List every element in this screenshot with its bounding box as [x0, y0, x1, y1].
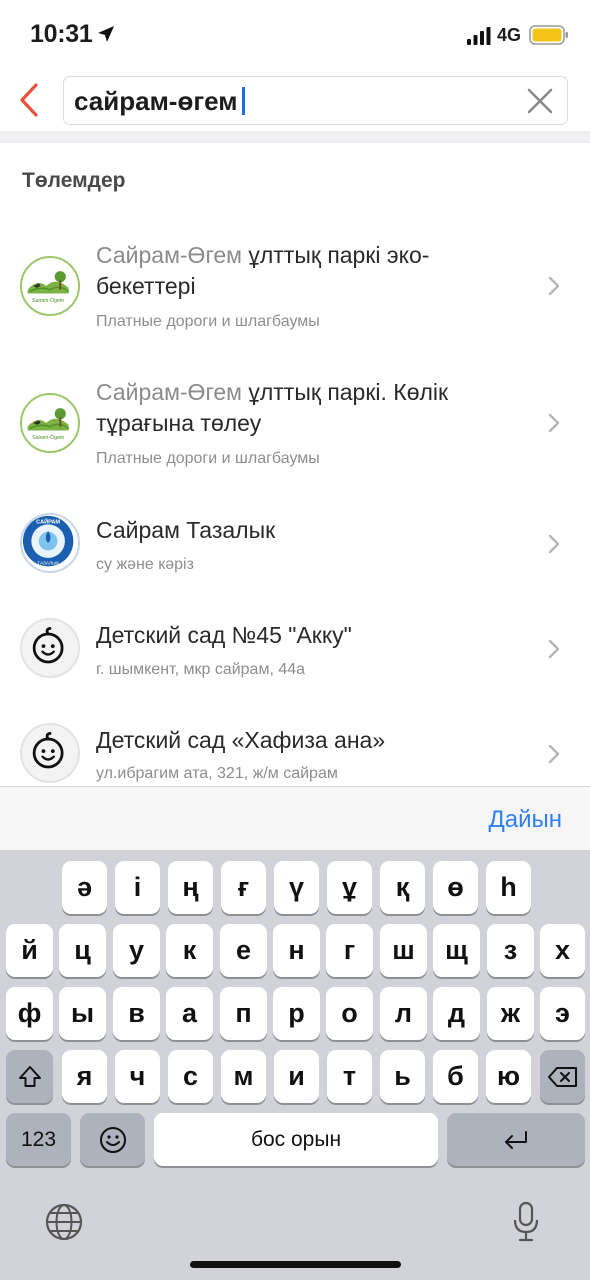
baby-face-icon	[20, 723, 80, 783]
result-item[interactable]: САЙРАМ ТАЗАЛЫК Сайрам Тазалык су және кә…	[0, 505, 590, 595]
result-item[interactable]: Детский сад «Хафиза ана» ул.ибрагим ата,…	[0, 715, 590, 786]
key[interactable]: ә	[62, 861, 107, 914]
key[interactable]: һ	[486, 861, 531, 914]
backspace-key[interactable]	[540, 1050, 585, 1103]
microphone-icon[interactable]	[511, 1200, 541, 1244]
key[interactable]: ф	[6, 987, 53, 1040]
section-title-payments: Төлемдер	[22, 169, 126, 192]
key[interactable]: б	[433, 1050, 478, 1103]
battery-icon	[529, 25, 568, 45]
emoji-key[interactable]	[80, 1113, 145, 1166]
key[interactable]: п	[220, 987, 267, 1040]
key[interactable]: з	[487, 924, 534, 977]
status-bar: 10:31 4G	[0, 0, 590, 70]
key[interactable]: о	[326, 987, 373, 1040]
key[interactable]: ғ	[221, 861, 266, 914]
shift-key[interactable]	[6, 1050, 53, 1103]
result-title: Детский сад №45 "Акку"	[96, 622, 352, 648]
network-type: 4G	[497, 25, 522, 45]
key[interactable]: в	[113, 987, 160, 1040]
chevron-right-icon	[548, 413, 560, 433]
search-query: сайрам-өгем	[74, 86, 238, 116]
baby-face-icon	[20, 618, 80, 678]
key[interactable]: э	[540, 987, 585, 1040]
sairam-tazalyk-logo: САЙРАМ ТАЗАЛЫК	[20, 513, 80, 573]
key[interactable]: ь	[380, 1050, 425, 1103]
key[interactable]: ч	[115, 1050, 160, 1103]
key[interactable]: д	[433, 987, 480, 1040]
search-input[interactable]: сайрам-өгем	[63, 76, 568, 125]
home-indicator[interactable]	[190, 1261, 401, 1268]
key[interactable]: и	[274, 1050, 319, 1103]
chevron-right-icon	[548, 534, 560, 554]
sairam-ogem-park-logo: Sairam-Ögem	[20, 393, 80, 453]
clear-search-icon[interactable]	[525, 86, 555, 116]
result-item[interactable]: Sairam-Ögem Сайрам-Өгем ұлттық паркі эко…	[0, 230, 590, 350]
result-subtitle: Платные дороги и шлагбаумы	[96, 450, 320, 467]
key[interactable]: с	[168, 1050, 213, 1103]
key[interactable]: т	[327, 1050, 372, 1103]
key[interactable]: ш	[380, 924, 427, 977]
tazalyk-logo-top-text: САЙРАМ	[36, 517, 60, 525]
key[interactable]: ұ	[327, 861, 372, 914]
on-screen-keyboard: ә і ң ғ ү ұ қ ө һ й ц у к е н г ш щ з х …	[0, 850, 590, 1280]
sairam-ogem-park-logo: Sairam-Ögem	[20, 256, 80, 316]
chevron-right-icon	[548, 639, 560, 659]
key[interactable]: ң	[168, 861, 213, 914]
location-arrow-icon	[98, 26, 114, 42]
key[interactable]: і	[115, 861, 160, 914]
result-subtitle: ул.ибрагим ата, 321, ж/м сайрам	[96, 765, 338, 782]
result-subtitle: су және кәріз	[96, 556, 194, 573]
key[interactable]: щ	[433, 924, 480, 977]
key[interactable]: у	[113, 924, 160, 977]
chevron-right-icon	[548, 276, 560, 296]
text-cursor	[241, 87, 245, 116]
key[interactable]: я	[62, 1050, 107, 1103]
key[interactable]: е	[220, 924, 267, 977]
key[interactable]: ө	[433, 861, 478, 914]
key[interactable]: ж	[487, 987, 534, 1040]
result-subtitle: Платные дороги и шлагбаумы	[96, 313, 320, 330]
key[interactable]: к	[166, 924, 213, 977]
keyboard-accessory-bar: Дайын	[0, 786, 590, 850]
key[interactable]: р	[273, 987, 320, 1040]
chevron-right-icon	[548, 744, 560, 764]
result-item[interactable]: Детский сад №45 "Акку" г. шымкент, мкр с…	[0, 610, 590, 700]
key[interactable]: а	[166, 987, 213, 1040]
key[interactable]: қ	[380, 861, 425, 914]
numbers-key[interactable]: 123	[6, 1113, 71, 1166]
done-button[interactable]: Дайын	[488, 806, 562, 834]
result-title: Сайрам-Өгем ұлттық паркі. Көлік тұрағына…	[96, 379, 449, 436]
key[interactable]: л	[380, 987, 427, 1040]
backspace-icon	[547, 1066, 577, 1087]
key[interactable]: м	[221, 1050, 266, 1103]
return-icon	[505, 1130, 527, 1149]
signal-icon	[467, 27, 491, 45]
space-key[interactable]: бос орын	[154, 1113, 438, 1166]
globe-icon[interactable]	[44, 1202, 84, 1242]
shift-icon	[18, 1065, 41, 1087]
tazalyk-logo-bottom-text: ТАЗАЛЫК	[37, 560, 59, 565]
result-title: Детский сад «Хафиза ана»	[96, 727, 386, 753]
key[interactable]: ү	[274, 861, 319, 914]
back-arrow-icon[interactable]	[14, 80, 46, 120]
result-title: Сайрам Тазалык	[96, 517, 276, 543]
key[interactable]: х	[540, 924, 585, 977]
result-item[interactable]: Sairam-Ögem Сайрам-Өгем ұлттық паркі. Кө…	[0, 367, 590, 487]
key[interactable]: н	[273, 924, 320, 977]
emoji-icon	[99, 1126, 126, 1153]
key[interactable]: ы	[59, 987, 106, 1040]
park-logo-text: Sairam-Ögem	[32, 297, 64, 304]
key[interactable]: й	[6, 924, 53, 977]
status-time: 10:31	[30, 20, 93, 48]
key[interactable]: ц	[59, 924, 106, 977]
key[interactable]: г	[326, 924, 373, 977]
result-title: Сайрам-Өгем ұлттық паркі эко-бекеттері	[96, 242, 430, 299]
park-logo-text: Sairam-Ögem	[32, 434, 64, 441]
header-divider	[0, 131, 590, 143]
return-key[interactable]	[447, 1113, 585, 1166]
key[interactable]: ю	[486, 1050, 531, 1103]
result-subtitle: г. шымкент, мкр сайрам, 44а	[96, 661, 306, 678]
